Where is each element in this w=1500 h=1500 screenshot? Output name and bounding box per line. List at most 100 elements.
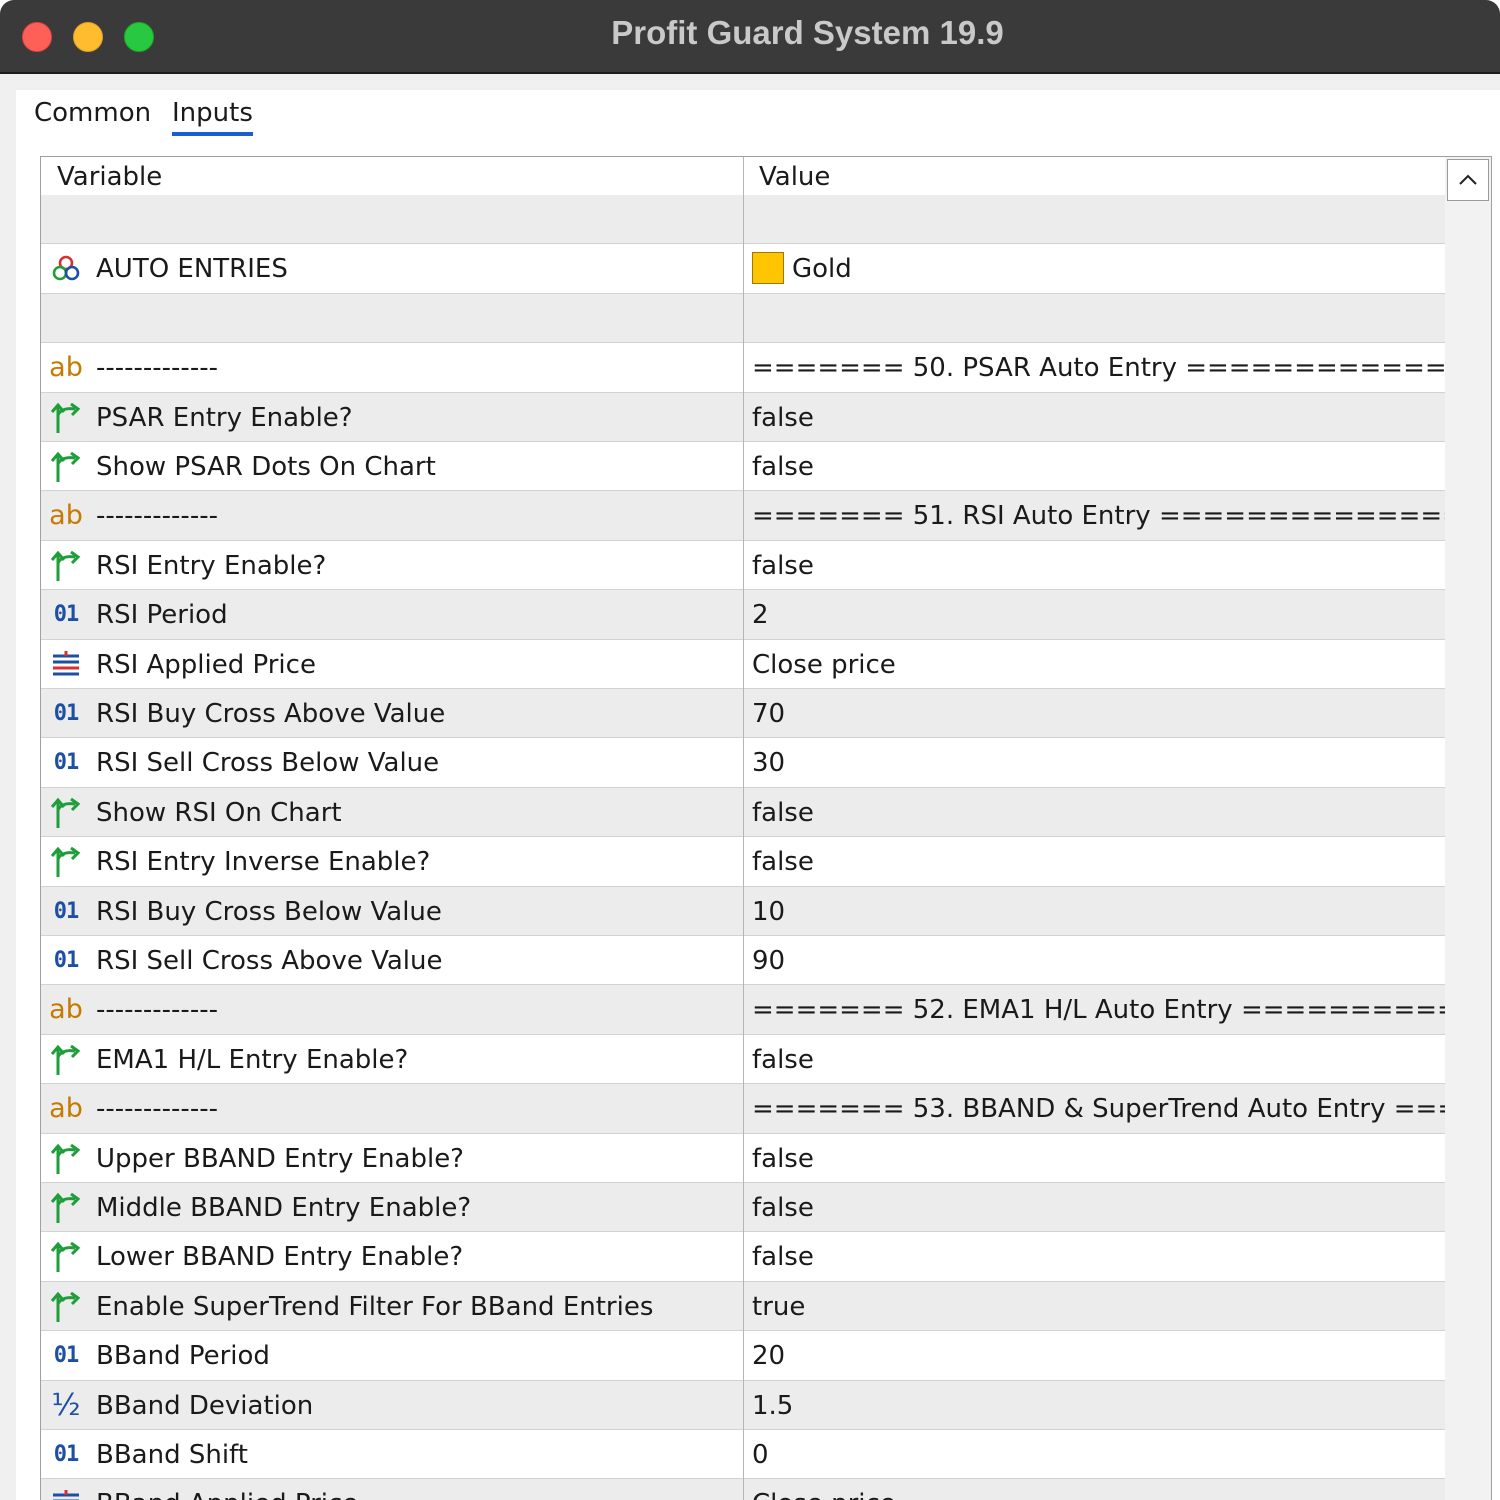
boolean-icon (49, 796, 83, 830)
variable-name: ------------- (96, 995, 218, 1026)
value-cell[interactable]: false (744, 1134, 1445, 1183)
value-cell[interactable] (744, 195, 1445, 244)
boolean-icon (49, 450, 83, 484)
string-icon: ab (49, 993, 83, 1027)
value-cell[interactable]: Gold (744, 244, 1445, 293)
value-text: 10 (752, 896, 786, 927)
variable-cell[interactable]: PSAR Entry Enable? (41, 393, 743, 442)
boolean-icon (49, 1240, 83, 1274)
variable-cell[interactable]: Show RSI On Chart (41, 788, 743, 837)
window-title: Profit Guard System 19.9 (611, 14, 1004, 51)
value-cell[interactable]: 70 (744, 689, 1445, 738)
variable-cell[interactable]: Middle BBAND Entry Enable? (41, 1183, 743, 1232)
boolean-icon (49, 1142, 83, 1176)
value-cell[interactable]: false (744, 1183, 1445, 1232)
value-cell[interactable]: 0 (744, 1430, 1445, 1479)
value-cell[interactable]: 10 (744, 887, 1445, 936)
value-text: false (752, 452, 814, 482)
variable-cell[interactable]: 01 BBand Shift (41, 1430, 743, 1479)
integer-icon: 01 (49, 1438, 83, 1472)
integer-icon: 01 (49, 1339, 83, 1373)
boolean-icon (49, 845, 83, 879)
string-icon-glyph: ab (49, 994, 83, 1026)
variable-cell[interactable]: ab ------------- (41, 343, 743, 392)
column-header-value[interactable]: Value (743, 157, 1445, 195)
value-cell[interactable]: Close price (744, 1479, 1445, 1500)
value-cell[interactable]: ======= 53. BBAND & SuperTrend Auto Entr… (744, 1084, 1445, 1133)
value-cell[interactable]: false (744, 541, 1445, 590)
value-cell[interactable]: Close price (744, 640, 1445, 689)
string-icon-glyph: ab (49, 352, 83, 384)
value-cell[interactable]: false (744, 393, 1445, 442)
value-cell[interactable]: ======= 51. RSI Auto Entry =============… (744, 491, 1445, 540)
integer-icon-glyph: 01 (53, 898, 79, 924)
column-divider[interactable] (743, 157, 744, 1500)
variable-cell[interactable]: RSI Entry Inverse Enable? (41, 837, 743, 886)
variable-name: Enable SuperTrend Filter For BBand Entri… (96, 1291, 654, 1322)
value-text: false (752, 1193, 814, 1223)
variable-name: Show PSAR Dots On Chart (96, 452, 436, 482)
variable-cell[interactable]: AUTO ENTRIES (41, 244, 743, 293)
value-cell[interactable]: false (744, 837, 1445, 886)
variable-cell[interactable]: EMA1 H/L Entry Enable? (41, 1035, 743, 1084)
value-cell[interactable]: 1.5 (744, 1381, 1445, 1430)
value-cell[interactable]: false (744, 442, 1445, 491)
scroll-up-button[interactable] (1447, 159, 1489, 201)
variable-cell[interactable]: Show PSAR Dots On Chart (41, 442, 743, 491)
column-header-variable[interactable]: Variable (41, 157, 743, 195)
value-text: ======= 51. RSI Auto Entry =============… (752, 501, 1445, 532)
boolean-icon (49, 549, 83, 583)
boolean-branch-glyph (50, 1143, 81, 1174)
variable-cell[interactable]: ab ------------- (41, 1084, 743, 1133)
integer-icon-glyph: 01 (53, 1442, 79, 1467)
string-icon: ab (49, 499, 83, 533)
variable-cell[interactable]: BBand Applied Price (41, 1479, 743, 1500)
value-cell[interactable]: false (744, 1035, 1445, 1084)
variable-cell[interactable]: ½ BBand Deviation (41, 1381, 743, 1430)
tab-common[interactable]: Common (34, 94, 151, 136)
variable-cell[interactable]: ab ------------- (41, 491, 743, 540)
value-cell[interactable]: 2 (744, 590, 1445, 639)
value-text: Gold (792, 254, 852, 285)
value-text: 20 (752, 1341, 786, 1372)
variable-name: Upper BBAND Entry Enable? (96, 1143, 464, 1174)
variable-cell[interactable]: Enable SuperTrend Filter For BBand Entri… (41, 1282, 743, 1331)
variable-cell[interactable]: 01 RSI Buy Cross Below Value (41, 887, 743, 936)
variable-cell[interactable]: RSI Applied Price (41, 640, 743, 689)
color-palette-icon (49, 252, 83, 286)
variable-name: Lower BBAND Entry Enable? (96, 1242, 464, 1273)
integer-icon-glyph: 01 (53, 948, 79, 973)
variable-name: Show RSI On Chart (96, 797, 342, 828)
value-cell[interactable]: ======= 52. EMA1 H/L Auto Entry ========… (744, 985, 1445, 1034)
variable-cell[interactable]: 01 RSI Sell Cross Below Value (41, 738, 743, 787)
tab-inputs[interactable]: Inputs (172, 94, 253, 136)
boolean-branch-glyph (50, 550, 81, 581)
value-cell[interactable]: ======= 50. PSAR Auto Entry ============… (744, 343, 1445, 392)
variable-cell[interactable]: 01 RSI Buy Cross Above Value (41, 689, 743, 738)
value-text: ======= 50. PSAR Auto Entry ============… (752, 353, 1445, 384)
variable-cell[interactable]: ab ------------- (41, 985, 743, 1034)
value-cell[interactable] (744, 294, 1445, 343)
variable-name: ------------- (96, 501, 218, 532)
value-cell[interactable]: true (744, 1282, 1445, 1331)
variable-cell[interactable]: 01 BBand Period (41, 1331, 743, 1380)
variable-cell[interactable]: Upper BBAND Entry Enable? (41, 1134, 743, 1183)
variable-name: ------------- (96, 1094, 218, 1125)
variable-name: AUTO ENTRIES (96, 254, 288, 285)
value-cell[interactable]: 20 (744, 1331, 1445, 1380)
value-cell[interactable]: 90 (744, 936, 1445, 985)
value-cell[interactable]: false (744, 1232, 1445, 1281)
value-cell[interactable]: 30 (744, 738, 1445, 787)
variable-cell[interactable]: Lower BBAND Entry Enable? (41, 1232, 743, 1281)
variable-cell[interactable]: 01 RSI Period (41, 590, 743, 639)
variable-cell[interactable]: RSI Entry Enable? (41, 541, 743, 590)
value-cell[interactable]: false (744, 788, 1445, 837)
variable-cell[interactable] (41, 195, 743, 244)
variable-name: PSAR Entry Enable? (96, 402, 353, 433)
variable-cell[interactable] (41, 294, 743, 343)
variable-cell[interactable]: 01 RSI Sell Cross Above Value (41, 936, 743, 985)
vertical-scrollbar[interactable] (1445, 157, 1491, 1500)
boolean-branch-glyph (50, 1291, 81, 1322)
value-text: 2 (752, 600, 769, 631)
value-text: 0 (752, 1440, 769, 1470)
